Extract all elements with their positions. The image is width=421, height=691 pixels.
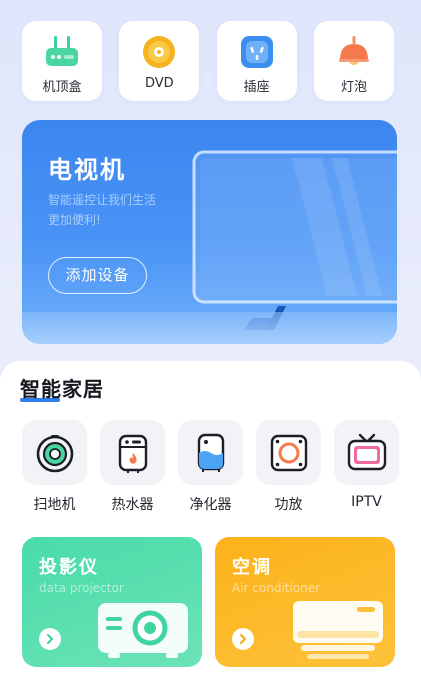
smart-home-grid: 扫地机 热水器 净化器 功放 IPTV: [22, 420, 399, 514]
air-purifier-icon: [197, 433, 224, 472]
add-device-button[interactable]: 添加设备: [48, 257, 147, 294]
air-conditioner-icon: [293, 601, 383, 659]
tv-subtitle: 智能遥控让我们生活 更加便利!: [48, 190, 188, 230]
device-label: 机顶盒: [42, 80, 82, 95]
chevron-right-icon: [240, 634, 246, 644]
tv-subtitle-line: 更加便利!: [48, 213, 101, 227]
card-title: 空调: [232, 557, 272, 578]
smart-item-icon-tile: [178, 420, 243, 485]
projector-icon: [98, 603, 188, 658]
socket-icon: [240, 36, 273, 68]
device-label: 灯泡: [340, 80, 367, 95]
smart-item-icon-tile: [256, 420, 321, 485]
device-socket[interactable]: 插座: [216, 21, 297, 101]
smart-item-label: 净化器: [189, 497, 232, 513]
tv-subtitle-line: 智能遥控让我们生活: [48, 193, 157, 207]
card-subtitle: Air conditioner: [232, 581, 321, 595]
card-arrow-button[interactable]: [232, 628, 254, 650]
device-label: DVD: [144, 76, 174, 91]
set-top-box-icon: [46, 36, 78, 66]
tv-title: 电视机: [48, 156, 126, 184]
device-dvd[interactable]: DVD: [119, 21, 200, 101]
device-label: 插座: [243, 80, 270, 95]
smart-item-water-heater[interactable]: 热水器: [100, 420, 165, 514]
feature-cards: 投影仪 data projector 空调 Air conditioner: [22, 537, 395, 667]
smart-item-label: IPTV: [351, 494, 382, 510]
smart-item-air-purifier[interactable]: 净化器: [178, 420, 243, 514]
tv-banner-base: [22, 312, 397, 344]
card-arrow-button[interactable]: [39, 628, 61, 650]
smart-item-amplifier[interactable]: 功放: [256, 420, 321, 514]
device-lamp[interactable]: 灯泡: [313, 21, 394, 101]
smart-item-icon-tile: [334, 420, 399, 485]
robot-vacuum-icon: [36, 434, 73, 472]
iptv-icon: [347, 433, 386, 470]
air-conditioner-card[interactable]: 空调 Air conditioner: [215, 537, 395, 667]
dvd-disc-icon: [143, 36, 176, 68]
smart-item-label: 功放: [274, 497, 303, 513]
amplifier-icon: [270, 434, 307, 471]
quick-device-row: 机顶盒 DVD 插座 灯泡: [22, 21, 394, 101]
water-heater-icon: [118, 434, 147, 473]
lamp-icon: [338, 36, 369, 65]
tv-banner[interactable]: 电视机 智能遥控让我们生活 更加便利! 添加设备: [22, 120, 397, 344]
smart-item-iptv[interactable]: IPTV: [334, 420, 399, 514]
card-title: 投影仪: [39, 557, 99, 578]
chevron-right-icon: [47, 634, 53, 644]
smart-item-robot-vacuum[interactable]: 扫地机: [22, 420, 87, 514]
device-set-top-box[interactable]: 机顶盒: [22, 21, 102, 101]
smart-item-icon-tile: [100, 420, 165, 485]
smart-home-panel: 智能家居 扫地机 热水器 净化器 功放 IPTV 投影仪 data projec…: [0, 361, 421, 691]
section-title: 智能家居: [20, 377, 104, 401]
card-subtitle: data projector: [39, 581, 124, 595]
smart-item-label: 扫地机: [33, 497, 76, 513]
projector-card[interactable]: 投影仪 data projector: [22, 537, 202, 667]
smart-item-icon-tile: [22, 420, 87, 485]
smart-item-label: 热水器: [111, 497, 154, 513]
